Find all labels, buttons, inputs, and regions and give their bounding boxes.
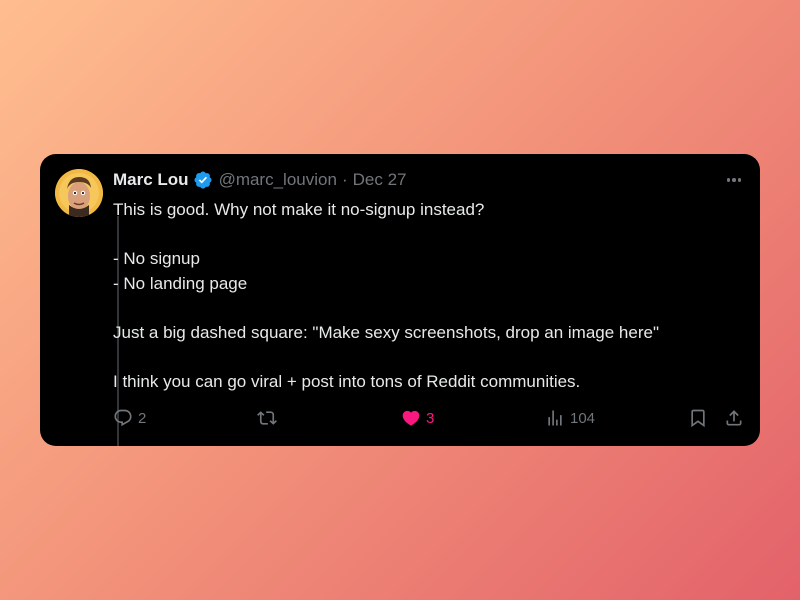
tweet-actions: 2 3 104 <box>113 405 748 431</box>
bookmark-button[interactable] <box>688 405 708 431</box>
tweet-text-line: I think you can go viral + post into ton… <box>113 372 581 392</box>
tweet-card[interactable]: Marc Lou @marc_louvion · Dec 27 This is … <box>40 154 760 446</box>
tweet-body: This is good. Why not make it no-signup … <box>113 198 733 395</box>
avatar-image <box>55 169 103 217</box>
tweet-header: Marc Lou @marc_louvion · Dec 27 <box>113 168 406 192</box>
like-button[interactable]: 3 <box>401 405 434 431</box>
heart-icon <box>402 410 420 426</box>
views-count: 104 <box>570 409 596 427</box>
tweet-text-line: Just a big dashed square: "Make sexy scr… <box>113 322 659 342</box>
author-handle[interactable]: @marc_louvion <box>219 170 337 190</box>
views-button[interactable]: 104 <box>545 405 595 431</box>
tweet-text-line: - No landing page <box>113 273 248 293</box>
tweet-text-line: This is good. Why not make it no-signup … <box>113 200 485 219</box>
reply-icon <box>114 409 132 427</box>
share-button[interactable] <box>724 405 744 431</box>
header-separator: · <box>341 170 348 189</box>
reply-button[interactable]: 2 <box>113 405 146 431</box>
author-name[interactable]: Marc Lou <box>113 170 189 190</box>
share-icon <box>726 410 742 426</box>
verified-badge-icon <box>194 171 212 189</box>
avatar[interactable] <box>55 169 103 217</box>
reply-count: 2 <box>138 409 147 427</box>
tweet-text-line: - No signup <box>113 249 200 269</box>
retweet-icon <box>257 411 277 425</box>
retweet-button[interactable] <box>257 405 282 431</box>
views-chart-icon <box>548 410 562 426</box>
like-count: 3 <box>426 409 435 427</box>
more-dots-icon[interactable] <box>724 170 744 190</box>
bookmark-icon <box>691 409 705 428</box>
tweet-date[interactable]: Dec 27 <box>353 170 407 190</box>
